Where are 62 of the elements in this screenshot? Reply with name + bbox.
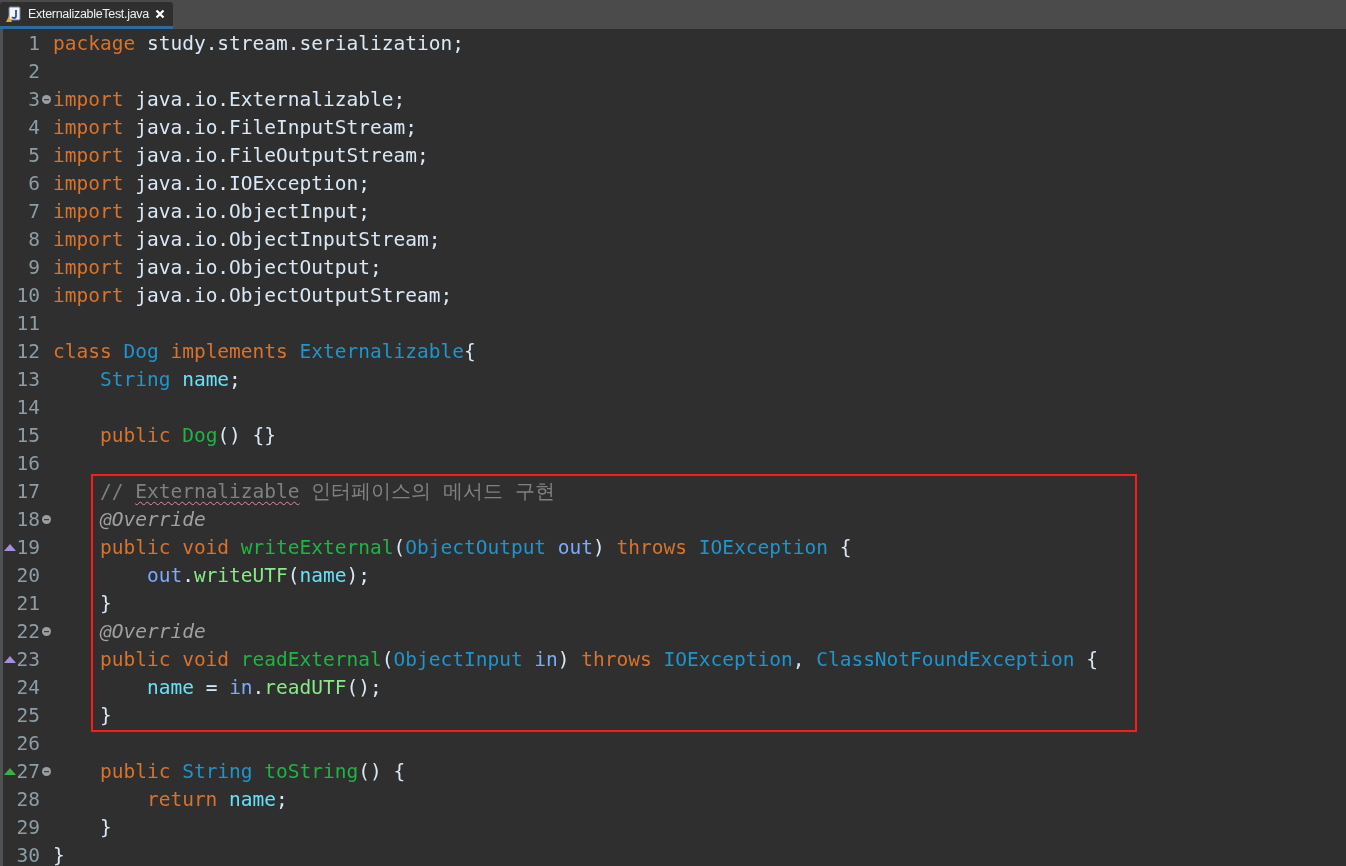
line-number: 11 <box>16 311 40 335</box>
collapse-icon[interactable] <box>42 514 51 524</box>
code-line: } <box>53 843 65 866</box>
code-line: } <box>98 591 112 615</box>
line-number: 22 <box>16 619 40 643</box>
line-number: 28 <box>16 787 40 811</box>
code-line: // Externalizable 인터페이스의 메서드 구현 <box>98 478 555 505</box>
line-number: 26 <box>16 731 40 755</box>
code-line: out.writeUTF(name); <box>145 563 370 587</box>
code-line: public void readExternal(ObjectInput in) throws IOException, ClassNotFoundException { <box>98 647 1098 671</box>
line-number: 25 <box>16 703 40 727</box>
code-line: } <box>98 703 112 727</box>
line-number: 14 <box>16 395 40 419</box>
code-line: import java.io.FileOutputStream; <box>53 143 429 167</box>
code-line: public Dog() {} <box>98 423 277 447</box>
code-line: name = in.readUTF(); <box>145 675 382 699</box>
code-line: public String toString() { <box>98 759 406 783</box>
line-number: 3 <box>27 87 40 111</box>
line-number: 6 <box>27 171 40 195</box>
collapse-icon[interactable] <box>42 766 51 776</box>
java-file-icon <box>6 6 22 22</box>
line-number: 4 <box>27 115 40 139</box>
line-number: 10 <box>16 283 40 307</box>
code-line: import java.io.ObjectOutputStream; <box>53 283 453 307</box>
code-line: } <box>98 815 112 839</box>
close-icon[interactable] <box>154 9 165 19</box>
code-line: @Override <box>98 507 206 531</box>
code-line: import java.io.ObjectInput; <box>53 199 370 223</box>
line-number: 9 <box>27 255 40 279</box>
line-number: 5 <box>27 143 40 167</box>
code-line: import java.io.ObjectOutput; <box>53 255 382 279</box>
line-number: 20 <box>16 563 40 587</box>
code-line: return name; <box>145 787 288 811</box>
code-line: import java.io.IOException; <box>53 171 370 195</box>
line-number: 1 <box>27 31 40 55</box>
line-number: 13 <box>16 367 40 391</box>
collapse-icon[interactable] <box>42 94 51 104</box>
code-line: import java.io.FileInputStream; <box>53 115 417 139</box>
code-line: package study.stream.serialization; <box>53 31 464 55</box>
line-number: 23 <box>16 647 40 671</box>
line-number: 30 <box>16 843 40 866</box>
code-line: String name; <box>98 367 241 391</box>
editor-tab[interactable]: ExternalizableTest.java <box>0 2 173 29</box>
line-number: 15 <box>16 423 40 447</box>
code-line: class Dog implements Externalizable{ <box>53 339 476 363</box>
line-number: 29 <box>16 815 40 839</box>
line-number: 12 <box>16 339 40 363</box>
line-number: 24 <box>16 675 40 699</box>
collapse-icon[interactable] <box>42 626 51 636</box>
code-line: import java.io.ObjectInputStream; <box>53 227 441 251</box>
line-number: 17 <box>16 479 40 503</box>
line-number: 27 <box>16 759 40 783</box>
line-number: 2 <box>27 59 40 83</box>
line-number: 8 <box>27 227 40 251</box>
line-number: 19 <box>16 535 40 559</box>
code-line: public void writeExternal(ObjectOutput out) throws IOException { <box>98 535 852 559</box>
line-number: 21 <box>16 591 40 615</box>
line-number: 16 <box>16 451 40 475</box>
code-line: import java.io.Externalizable; <box>53 87 406 111</box>
code-line: @Override <box>98 619 206 643</box>
line-number: 18 <box>16 507 40 531</box>
line-number: 7 <box>27 199 40 223</box>
